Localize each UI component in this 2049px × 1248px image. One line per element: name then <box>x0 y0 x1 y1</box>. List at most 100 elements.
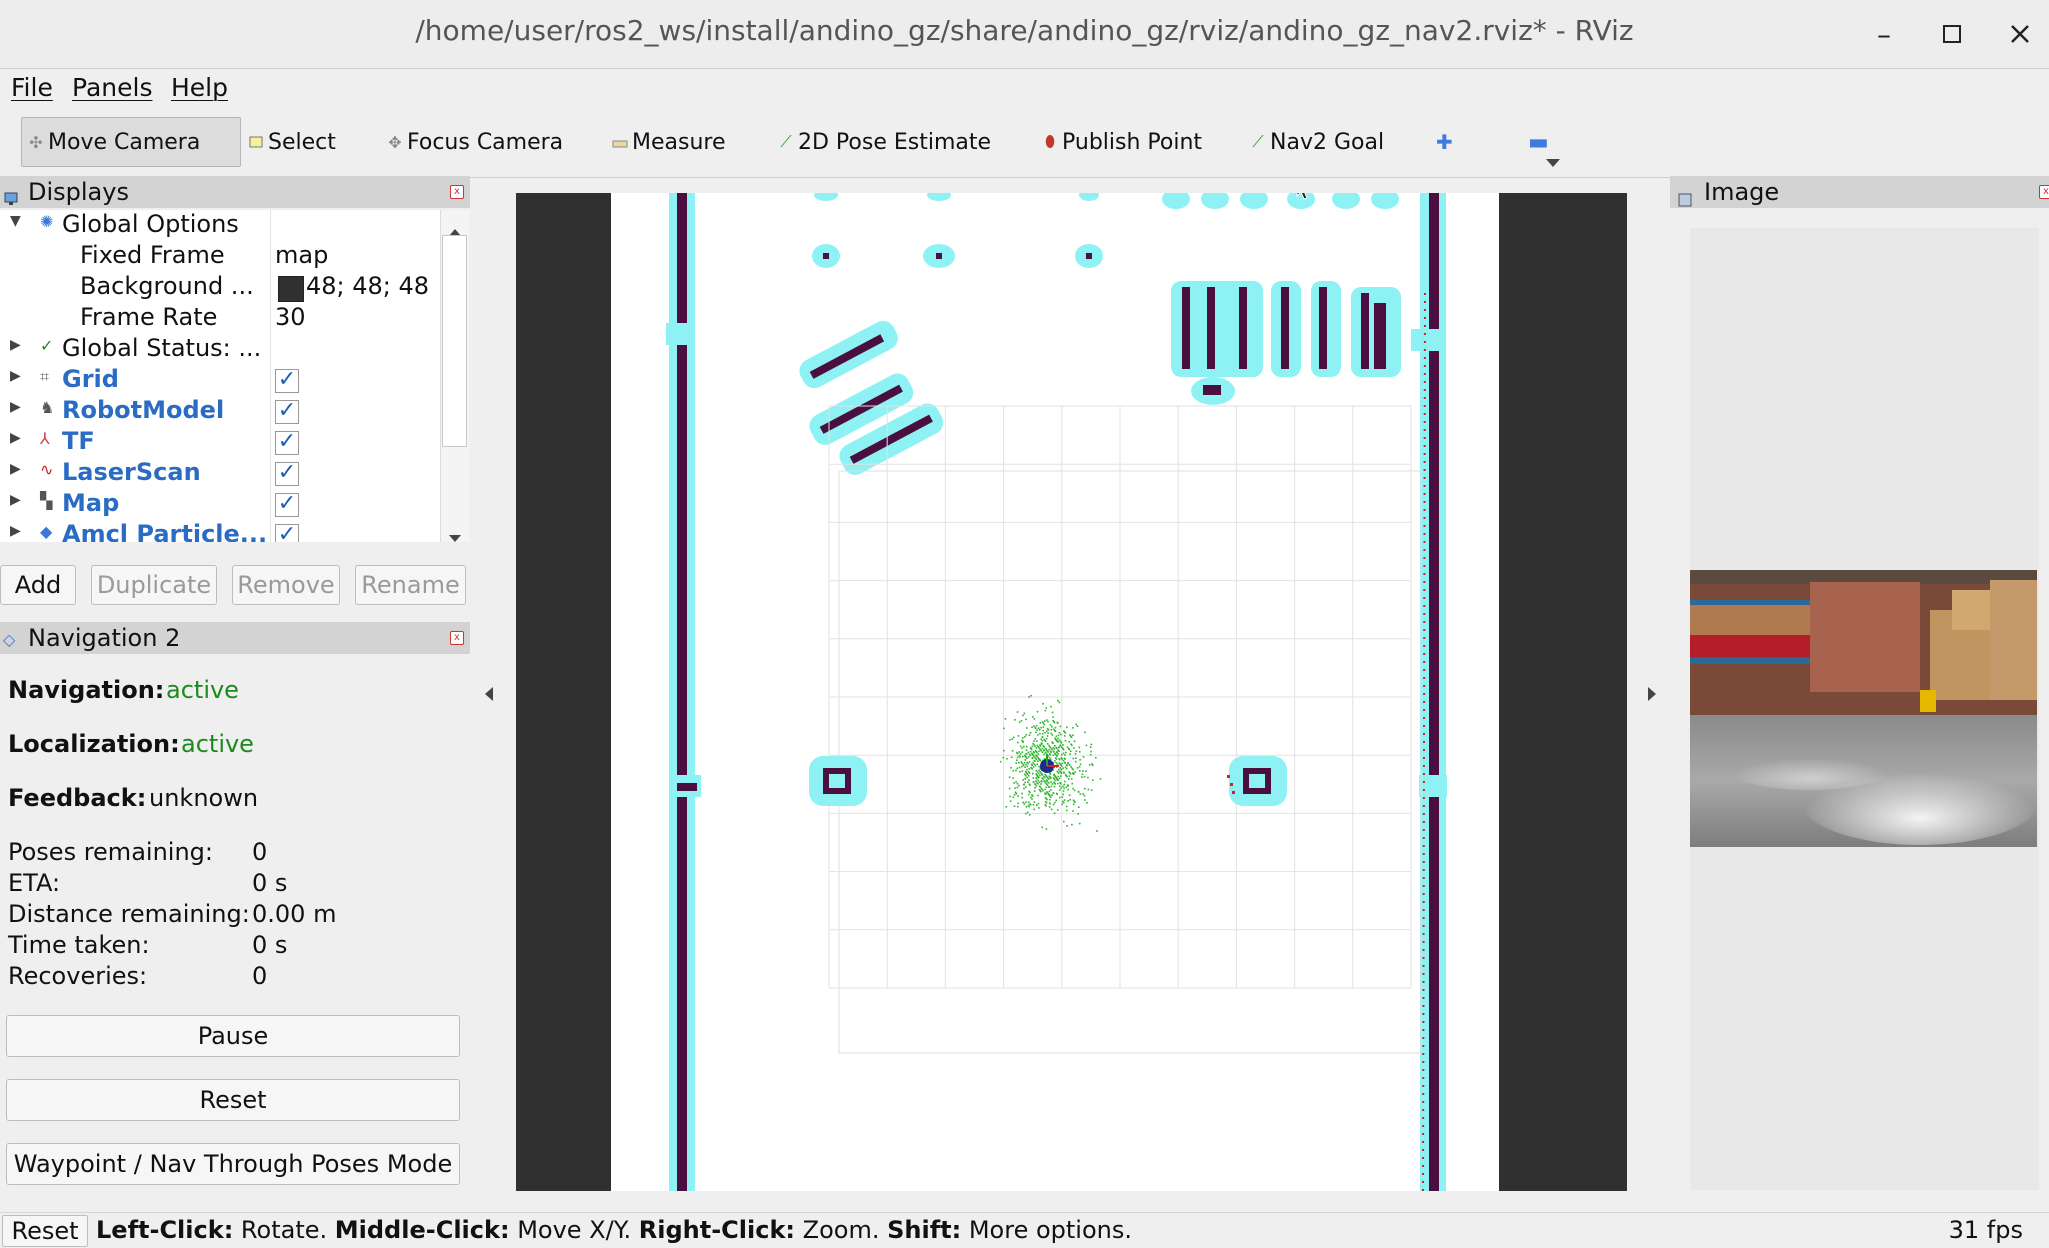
left-click-desc: Rotate. <box>233 1216 335 1244</box>
publish-point-tool[interactable]: ⬮ Publish Point <box>1036 117 1208 167</box>
maximize-button[interactable] <box>1932 14 1972 54</box>
duplicate-button[interactable]: Duplicate <box>91 565 217 605</box>
chevron-right-icon <box>1648 687 1656 701</box>
image-close-icon[interactable]: x <box>2039 185 2049 199</box>
add-tool-button[interactable]: ✚ <box>1430 117 1459 167</box>
move-camera-tool[interactable]: ✣ Move Camera <box>21 117 241 167</box>
tree-row-tf[interactable]: ▶ ⅄ TF ✓ <box>0 427 440 458</box>
tree-label: Fixed Frame <box>80 241 225 269</box>
localization-status-value: active <box>181 730 254 758</box>
robotmodel-checkbox[interactable]: ✓ <box>275 400 299 424</box>
expand-arrow-icon[interactable]: ▶ <box>10 368 21 384</box>
amcl-checkbox[interactable]: ✓ <box>275 524 299 542</box>
select-label: Select <box>268 129 336 155</box>
focus-camera-icon: ✥ <box>388 132 402 152</box>
expand-arrow-icon[interactable]: ▶ <box>10 492 21 508</box>
remove-button[interactable]: Remove <box>232 565 340 605</box>
tree-row-map[interactable]: ▶ ▚ Map ✓ <box>0 489 440 520</box>
map-icon: ▚ <box>40 491 53 510</box>
focus-camera-tool[interactable]: ✥ Focus Camera <box>381 117 569 167</box>
laser-icon: ∿ <box>40 460 54 479</box>
recoveries-label: Recoveries: <box>8 962 148 990</box>
right-click-hint: Right-Click: <box>638 1216 796 1244</box>
add-display-button[interactable]: Add <box>0 565 76 605</box>
measure-label: Measure <box>632 129 726 155</box>
expand-arrow-icon[interactable]: ▶ <box>10 430 21 446</box>
tree-row-fixed-frame[interactable]: Fixed Frame map <box>0 241 440 272</box>
shift-hint: Shift: <box>887 1216 962 1244</box>
tree-row-background[interactable]: Background ... 48; 48; 48 <box>0 272 440 303</box>
map-checkbox[interactable]: ✓ <box>275 493 299 517</box>
right-splitter-handle[interactable] <box>1647 683 1657 708</box>
tree-row-global-status[interactable]: ▶ ✓ Global Status: ... <box>0 334 440 365</box>
expand-arrow-icon[interactable]: ▶ <box>10 399 21 415</box>
plus-icon: ✚ <box>1436 130 1453 154</box>
nav2-goal-tool[interactable]: ⟋ Nav2 Goal <box>1244 117 1390 167</box>
menu-help[interactable]: Help <box>171 73 228 102</box>
time-taken-label: Time taken: <box>8 931 150 959</box>
tree-label: RobotModel <box>62 396 225 424</box>
image-panel-title: Image <box>1704 178 1780 206</box>
expand-arrow-icon[interactable]: ▶ <box>10 523 21 539</box>
pose-estimate-tool[interactable]: ⟋ 2D Pose Estimate <box>772 117 997 167</box>
displays-title: Displays <box>28 178 129 206</box>
render-viewport[interactable] <box>516 193 1627 1191</box>
tree-label: Global Status: ... <box>62 334 262 362</box>
tree-label: TF <box>62 427 95 455</box>
tree-row-grid[interactable]: ▶ ⌗ Grid ✓ <box>0 365 440 396</box>
expand-arrow-icon[interactable]: ▼ <box>10 213 21 229</box>
tree-row-frame-rate[interactable]: Frame Rate 30 <box>0 303 440 334</box>
tree-column-separator <box>270 210 271 542</box>
tree-label: Grid <box>62 365 119 393</box>
measure-tool[interactable]: Measure <box>606 117 732 167</box>
toolbar-dropdown[interactable] <box>1544 149 1562 174</box>
menu-panels[interactable]: Panels <box>72 73 152 102</box>
close-button[interactable] <box>2000 14 2040 54</box>
laserscan-checkbox[interactable]: ✓ <box>275 462 299 486</box>
move-camera-icon: ✣ <box>29 132 43 152</box>
right-click-desc: Zoom. <box>795 1216 888 1244</box>
fixed-frame-value[interactable]: map <box>275 241 328 269</box>
left-splitter-handle[interactable] <box>484 683 494 708</box>
expand-arrow-icon[interactable]: ▶ <box>10 461 21 477</box>
scroll-down-icon[interactable] <box>448 524 462 549</box>
color-swatch[interactable] <box>278 276 304 302</box>
minimize-button[interactable]: – <box>1864 14 1904 54</box>
gear-icon: ✺ <box>40 212 54 231</box>
tree-row-laserscan[interactable]: ▶ ∿ LaserScan ✓ <box>0 458 440 489</box>
move-camera-label: Move Camera <box>48 129 201 155</box>
nav2-close-icon[interactable]: x <box>450 631 464 645</box>
occupancy-map <box>611 193 1499 1191</box>
navigation-status-label: Navigation: <box>8 676 165 704</box>
tree-row-robotmodel[interactable]: ▶ ♞ RobotModel ✓ <box>0 396 440 427</box>
particle-icon: ◆ <box>40 522 53 541</box>
status-reset-button[interactable]: Reset <box>2 1215 88 1247</box>
nav2-icon: ◇ <box>3 630 16 649</box>
menu-file[interactable]: File <box>11 73 53 102</box>
shift-desc: More options. <box>961 1216 1132 1244</box>
scroll-thumb[interactable] <box>442 235 467 447</box>
tree-label: Amcl Particle... <box>62 520 268 542</box>
tree-row-amcl[interactable]: ▶ ◆ Amcl Particle... ✓ <box>0 520 440 542</box>
waypoint-mode-button[interactable]: Waypoint / Nav Through Poses Mode <box>6 1143 460 1185</box>
displays-scrollbar[interactable] <box>440 210 469 542</box>
tree-label: Map <box>62 489 120 517</box>
eta-value: 0 s <box>252 869 288 897</box>
pose-estimate-label: 2D Pose Estimate <box>798 129 992 155</box>
pause-button[interactable]: Pause <box>6 1015 460 1057</box>
frame-rate-value[interactable]: 30 <box>275 303 306 331</box>
displays-panel-header: Displays x <box>0 176 470 208</box>
grid-checkbox[interactable]: ✓ <box>275 369 299 393</box>
background-value[interactable]: 48; 48; 48 <box>306 272 429 300</box>
displays-close-icon[interactable]: x <box>450 185 464 199</box>
select-tool[interactable]: Select <box>242 117 342 167</box>
nav2-reset-button[interactable]: Reset <box>6 1079 460 1121</box>
rename-button[interactable]: Rename <box>355 565 466 605</box>
tf-checkbox[interactable]: ✓ <box>275 431 299 455</box>
tree-label: Global Options <box>62 210 239 238</box>
expand-arrow-icon[interactable]: ▶ <box>10 337 21 353</box>
grid-icon: ⌗ <box>40 367 50 386</box>
displays-tree: ▼ ✺ Global Options Fixed Frame map Backg… <box>0 210 440 542</box>
tree-row-global-options[interactable]: ▼ ✺ Global Options <box>0 210 440 241</box>
nav2-title: Navigation 2 <box>28 624 181 652</box>
